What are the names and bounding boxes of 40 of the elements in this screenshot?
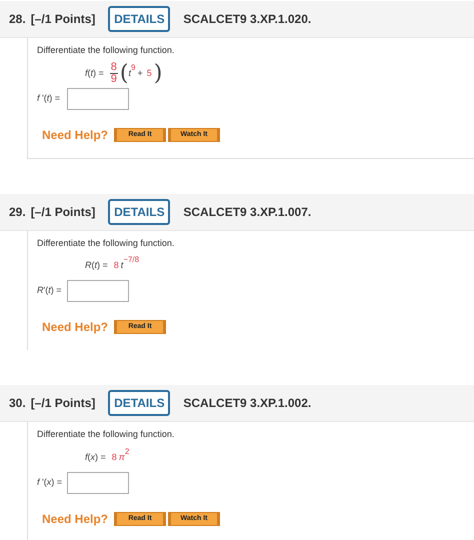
math-term: 8 — [114, 259, 119, 272]
question-code: SCALCET9 3.XP.1.002. — [183, 395, 312, 412]
derivative-label: R'(t) = — [37, 284, 62, 298]
parenthesis: ( — [120, 62, 129, 84]
question-number: 28. — [9, 11, 26, 28]
derivative-label: f '(t) = — [37, 92, 62, 105]
math-exponent: 2 — [124, 448, 130, 456]
answer-field[interactable] — [67, 472, 129, 494]
points-label: [–/1 Points] — [30, 204, 96, 220]
points-label: [–/1 Points] — [30, 395, 96, 412]
question-code: SCALCET9 3.XP.1.007. — [183, 204, 312, 220]
details-button[interactable]: DETAILS — [108, 390, 170, 416]
derivative-label: f '(x) = — [37, 476, 63, 489]
math-term: 5 — [146, 66, 152, 80]
need-help-label: Need Help? — [42, 126, 108, 144]
function-label: f(x) = — [85, 450, 106, 464]
answer-field[interactable] — [67, 88, 129, 110]
need-help-label: Need Help? — [42, 319, 108, 336]
instruction-text: Differentiate the following function. — [37, 428, 176, 441]
math-variable: t — [120, 259, 124, 272]
details-button[interactable]: DETAILS — [108, 6, 170, 32]
math-exponent: 9 — [131, 64, 136, 72]
instruction-text: Differentiate the following function. — [37, 236, 176, 250]
answer-field[interactable] — [67, 280, 129, 302]
points-label: [–/1 Points] — [30, 11, 96, 28]
math-variable: π — [118, 452, 125, 464]
fraction: 8 9 — [110, 62, 118, 85]
math-variable: t — [128, 68, 132, 80]
question-code: SCALCET9 3.XP.1.020. — [183, 11, 312, 28]
instruction-text: Differentiate the following function. — [37, 44, 176, 57]
parenthesis: ) — [154, 62, 162, 84]
need-help-label: Need Help? — [42, 510, 108, 528]
math-term: + — [137, 66, 143, 80]
question-number: 30. — [9, 395, 26, 412]
math-exponent: −7/8 — [123, 256, 140, 264]
details-button[interactable]: DETAILS — [108, 198, 170, 224]
function-label: R(t) = — [85, 259, 108, 272]
question-number: 29. — [9, 204, 26, 220]
function-label: f(t) = — [85, 66, 104, 80]
math-term: 8 — [112, 450, 117, 464]
